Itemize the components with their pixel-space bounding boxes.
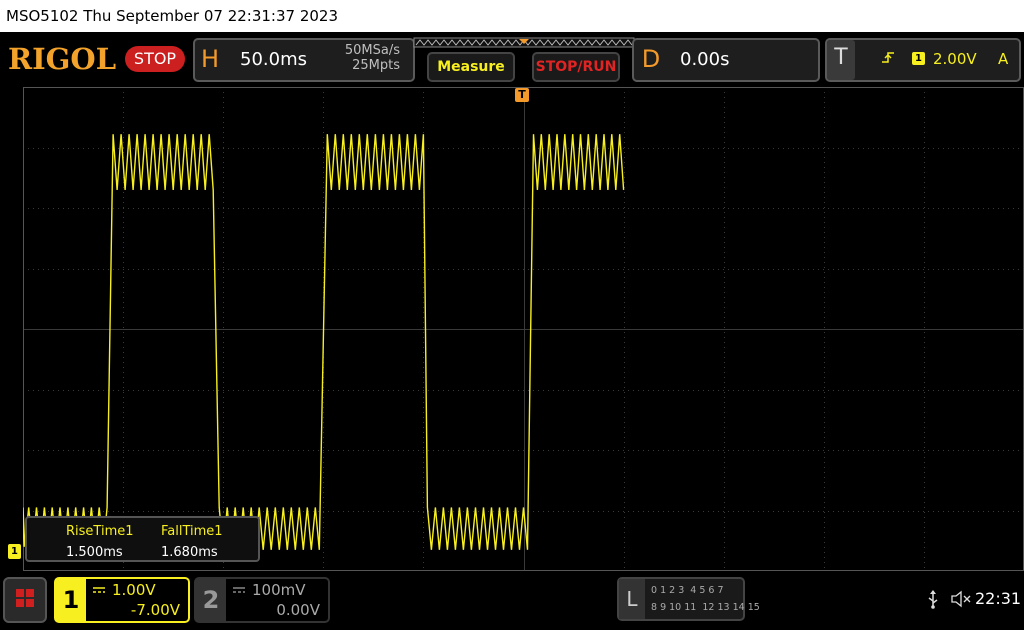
- measurement-name: RiseTime1: [66, 524, 134, 539]
- dc-coupling-icon: [233, 587, 245, 593]
- memory-position-bar: [413, 37, 635, 48]
- logic-panel[interactable]: L 0 1 2 3 4 5 6 7 8 9 10 11 12 13 14 15: [617, 577, 760, 621]
- channel1-scale: 1.00V: [112, 581, 156, 599]
- channel2-offset: 0.00V: [276, 601, 320, 619]
- logic-channels-row2: 8 9 10 11 12 13 14 15: [651, 602, 760, 613]
- trigger-position-marker[interactable]: T: [515, 88, 529, 102]
- channel1-ground-marker[interactable]: 1: [8, 544, 21, 559]
- waveform-display[interactable]: [23, 87, 1024, 571]
- channel1-number: 1: [56, 579, 86, 621]
- memory-depth: 25Mpts: [352, 58, 400, 73]
- usb-icon: [928, 590, 938, 609]
- measurement-panel: RiseTime1 1.500ms FallTime1 1.680ms: [25, 516, 260, 562]
- rigol-logo: RIGOL: [8, 42, 117, 76]
- rising-edge-icon: [882, 52, 894, 63]
- grid-menu-icon: [16, 589, 34, 607]
- timebase-value: 50.0ms: [240, 49, 307, 70]
- trigger-mode: A: [998, 50, 1009, 68]
- dc-coupling-icon: [93, 587, 105, 593]
- window-title-bar: MSO5102 Thu September 07 22:31:37 2023: [0, 0, 1024, 32]
- window-title: MSO5102 Thu September 07 22:31:37 2023: [6, 7, 338, 25]
- channel1-offset: -7.00V: [130, 601, 180, 619]
- clock-time: 22:31: [975, 589, 1022, 608]
- trigger-letter: T: [834, 45, 848, 70]
- channel2-number: 2: [196, 579, 226, 621]
- speaker-muted-icon[interactable]: [950, 590, 972, 608]
- channel1-panel[interactable]: 1 1.00V -7.00V: [54, 577, 190, 623]
- logic-letter: L: [619, 579, 645, 619]
- horizontal-letter: H: [200, 45, 220, 73]
- measurement-value: 1.500ms: [66, 545, 123, 560]
- delay-letter: D: [641, 45, 661, 73]
- trigger-source-badge: 1: [912, 52, 925, 65]
- channel2-panel[interactable]: 2 100mV 0.00V: [194, 577, 330, 623]
- measurement-name: FallTime1: [161, 524, 223, 539]
- measure-button[interactable]: Measure: [427, 52, 515, 82]
- channel2-scale: 100mV: [252, 581, 306, 599]
- run-state-badge[interactable]: STOP: [125, 46, 185, 72]
- sample-rate: 50MSa/s: [344, 43, 400, 58]
- trigger-level: 2.00V: [933, 50, 977, 68]
- measurement-value: 1.680ms: [161, 545, 218, 560]
- delay-value: 0.00s: [680, 49, 730, 70]
- logic-channels-row1: 0 1 2 3 4 5 6 7: [651, 585, 724, 596]
- stop-run-button[interactable]: STOP/RUN: [532, 52, 620, 82]
- menu-button[interactable]: [3, 577, 47, 623]
